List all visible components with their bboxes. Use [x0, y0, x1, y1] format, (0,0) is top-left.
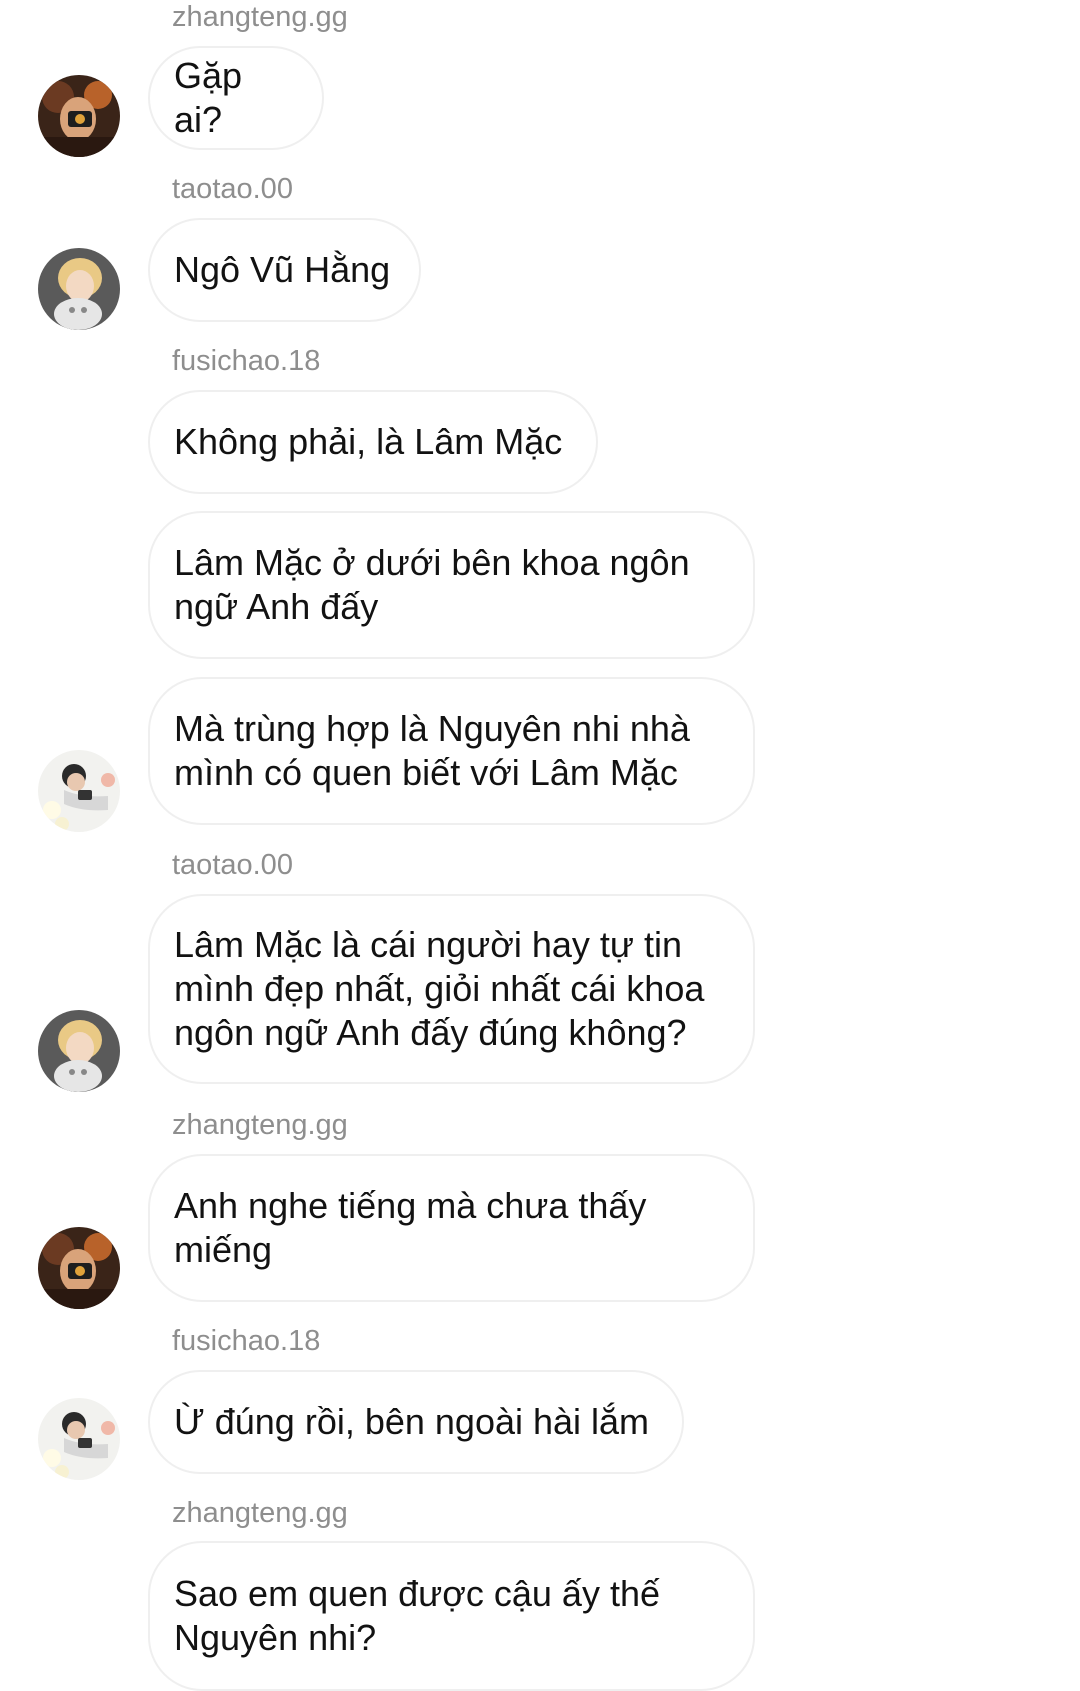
avatar-fusichao[interactable] — [38, 750, 120, 832]
message-bubble[interactable]: Lâm Mặc ở dưới bên khoa ngôn ngữ Anh đấy — [148, 511, 755, 659]
sender-name: fusichao.18 — [172, 1325, 321, 1357]
message-text: Không phải, là Lâm Mặc — [174, 421, 563, 462]
sender-name: fusichao.18 — [172, 345, 321, 377]
avatar-zhangteng[interactable] — [38, 1227, 120, 1309]
avatar-fusichao[interactable] — [38, 1398, 120, 1480]
message-bubble[interactable]: Ngô Vũ Hằng — [148, 218, 421, 322]
message-text: Mà trùng hợp là Nguyên nhi nhà mình có q… — [174, 708, 690, 793]
sender-name: zhangteng.gg — [172, 1497, 348, 1529]
message-bubble[interactable]: Mà trùng hợp là Nguyên nhi nhà mình có q… — [148, 677, 755, 825]
message-text: Anh nghe tiếng mà chưa thấy miếng — [174, 1185, 647, 1270]
message-text: Ừ đúng rồi, bên ngoài hài lắm — [174, 1401, 650, 1442]
message-bubble[interactable]: Sao em quen được cậu ấy thế Nguyên nhi? — [148, 1541, 755, 1691]
message-bubble[interactable]: Không phải, là Lâm Mặc — [148, 390, 598, 494]
message-text: Lâm Mặc ở dưới bên khoa ngôn ngữ Anh đấy — [174, 542, 690, 627]
message-text: Sao em quen được cậu ấy thế Nguyên nhi? — [174, 1573, 660, 1658]
message-bubble[interactable]: Anh nghe tiếng mà chưa thấy miếng — [148, 1154, 755, 1302]
avatar-taotao[interactable] — [38, 1010, 120, 1092]
message-bubble[interactable]: Lâm Mặc là cái người hay tự tin mình đẹp… — [148, 894, 755, 1084]
sender-name: zhangteng.gg — [172, 1, 348, 33]
sender-name: zhangteng.gg — [172, 1109, 348, 1141]
message-bubble[interactable]: Ừ đúng rồi, bên ngoài hài lắm — [148, 1370, 684, 1474]
message-text: Lâm Mặc là cái người hay tự tin mình đẹp… — [174, 924, 705, 1053]
avatar-zhangteng[interactable] — [38, 75, 120, 157]
avatar-taotao[interactable] — [38, 248, 120, 330]
chat-thread: zhangteng.gg Gặp ai? taotao.00 Ngô Vũ Hằ… — [0, 0, 1080, 1691]
sender-name: taotao.00 — [172, 849, 293, 881]
message-text: Gặp ai? — [174, 55, 243, 140]
sender-name: taotao.00 — [172, 173, 293, 205]
message-text: Ngô Vũ Hằng — [174, 249, 391, 290]
message-bubble[interactable]: Gặp ai? — [148, 46, 324, 150]
